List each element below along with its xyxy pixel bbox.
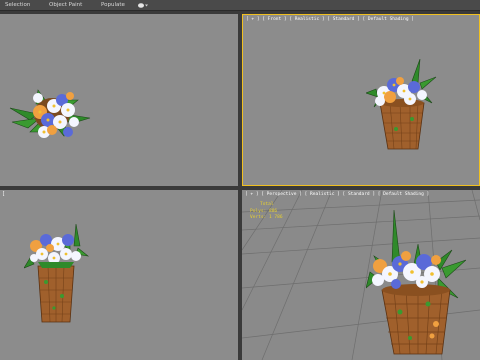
flower-pot-left-view bbox=[24, 222, 90, 326]
viewport-left[interactable]: [ bbox=[0, 190, 238, 360]
stats-verts-value: 1 786 bbox=[268, 215, 283, 220]
stats-verts: Verts: 1 786 bbox=[250, 215, 283, 222]
viewport-top[interactable] bbox=[0, 14, 238, 186]
flower-pot-perspective-view bbox=[366, 208, 466, 358]
ribbon-tab-object-paint[interactable]: Object Paint bbox=[49, 0, 82, 11]
ribbon-bar: Selection Object Paint Populate bbox=[0, 0, 480, 11]
ribbon-tab-selection[interactable]: Selection bbox=[5, 0, 30, 11]
viewport-front[interactable]: [ + ] [ Front ] [ Realistic ] [ Standard… bbox=[242, 14, 480, 186]
stats-polys-value: 886 bbox=[268, 208, 278, 214]
statistics-overlay: Total Polys: 886 Verts: 1 786 bbox=[250, 202, 283, 222]
viewport-perspective[interactable]: [ + ] [ Perspective ] [ Realistic ] [ St… bbox=[242, 190, 480, 360]
teapot-dropdown-icon[interactable] bbox=[136, 1, 150, 9]
flower-pot-top-view bbox=[8, 70, 100, 156]
stats-verts-label: Verts: bbox=[250, 215, 267, 220]
viewport-left-label[interactable]: [ bbox=[2, 191, 5, 197]
viewport-front-label[interactable]: [ + ] [ Front ] [ Realistic ] [ Standard… bbox=[246, 17, 414, 22]
viewport-perspective-label[interactable]: [ + ] [ Perspective ] [ Realistic ] [ St… bbox=[245, 192, 429, 197]
flower-pot-front-view bbox=[366, 59, 438, 153]
stats-polys-label: Polys: bbox=[250, 208, 267, 214]
ribbon-tab-populate[interactable]: Populate bbox=[101, 0, 125, 11]
